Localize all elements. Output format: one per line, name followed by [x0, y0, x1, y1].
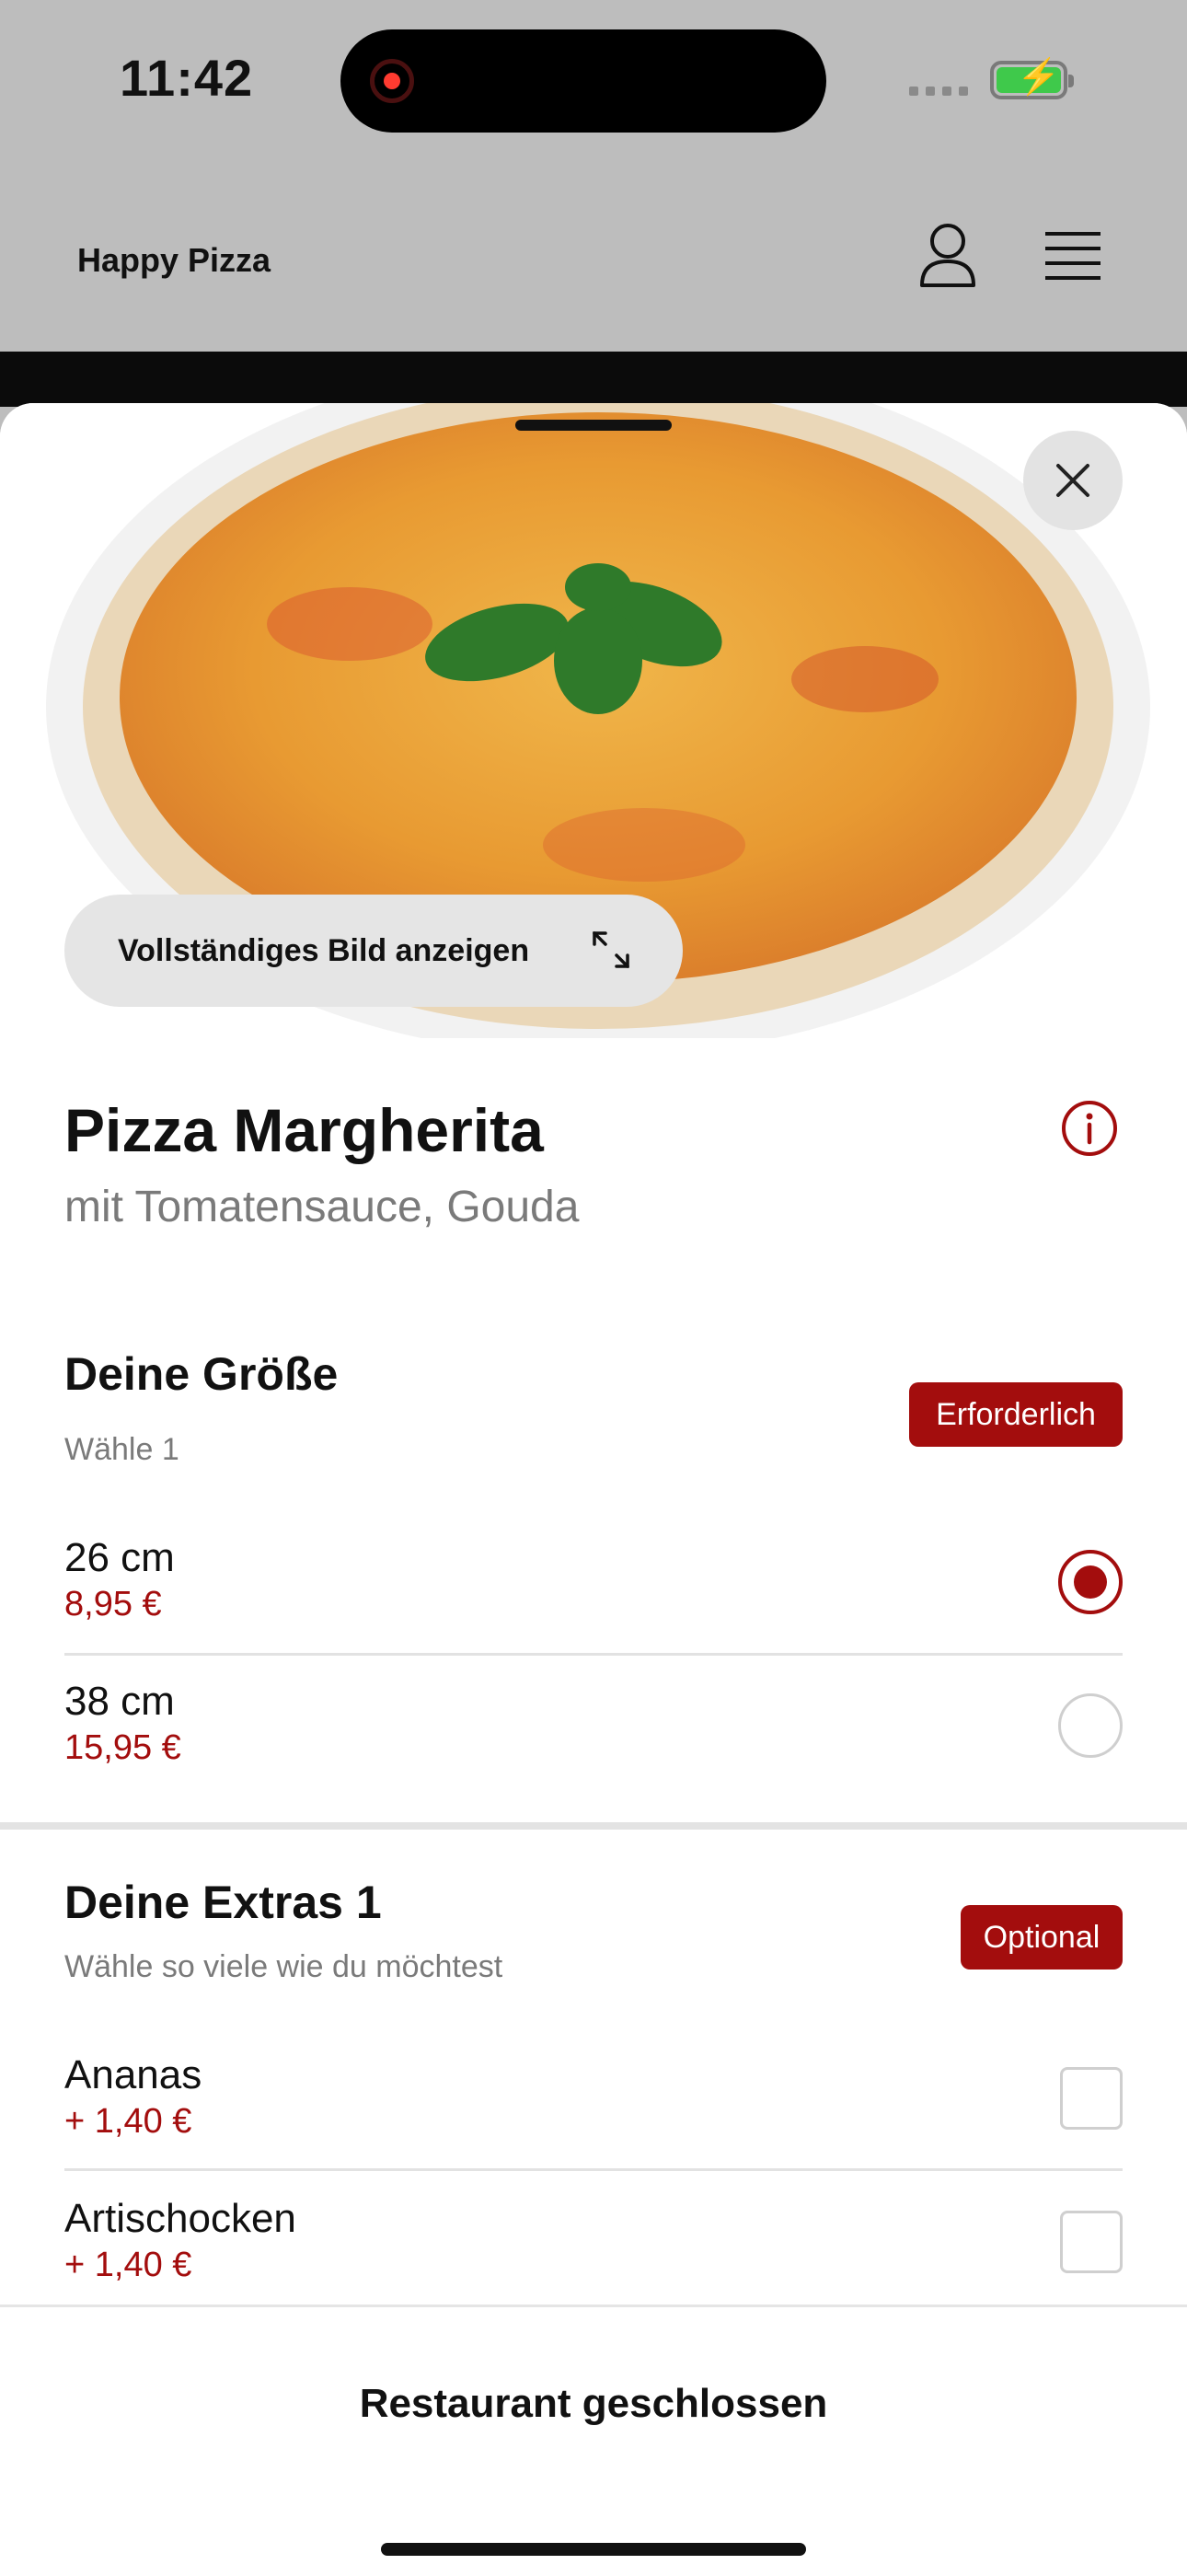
- section-separator: [0, 1822, 1187, 1830]
- size-section-subtitle: Wähle 1: [64, 1432, 179, 1467]
- optional-badge: Optional: [961, 1905, 1123, 1970]
- option-name: 38 cm: [64, 1679, 175, 1724]
- size-section-title: Deine Größe: [64, 1348, 339, 1400]
- close-icon: [1056, 464, 1089, 497]
- required-badge: Erforderlich: [909, 1382, 1123, 1447]
- show-full-image-button[interactable]: Vollständiges Bild anzeigen: [64, 895, 683, 1007]
- option-price: 15,95 €: [64, 1728, 181, 1767]
- brand-name[interactable]: Happy Pizza: [77, 241, 271, 280]
- battery-icon: ⚡: [990, 60, 1074, 99]
- divider: [64, 1653, 1123, 1656]
- sheet-grabber[interactable]: [515, 420, 672, 431]
- product-title: Pizza Margherita: [64, 1096, 544, 1164]
- dynamic-island: [340, 29, 826, 133]
- status-bar: 11:42 ⚡: [0, 0, 1187, 156]
- status-time: 11:42: [120, 49, 254, 107]
- app-header: Happy Pizza: [0, 156, 1187, 352]
- extra-checkbox[interactable]: [1060, 2067, 1123, 2130]
- info-icon[interactable]: [1060, 1099, 1119, 1158]
- record-icon: [370, 59, 414, 103]
- divider: [64, 2168, 1123, 2171]
- size-radio-selected[interactable]: [1058, 1550, 1123, 1614]
- extras-section-title: Deine Extras 1: [64, 1877, 382, 1928]
- option-name: 26 cm: [64, 1535, 175, 1580]
- product-image[interactable]: Vollständiges Bild anzeigen: [0, 403, 1187, 1038]
- option-price: + 1,40 €: [64, 2246, 192, 2284]
- page-background-strip: [0, 352, 1187, 407]
- signal-icon: [909, 87, 968, 96]
- user-icon[interactable]: [916, 221, 979, 289]
- show-full-image-label: Vollständiges Bild anzeigen: [118, 932, 530, 968]
- option-price: + 1,40 €: [64, 2102, 192, 2141]
- option-name: Artischocken: [64, 2196, 296, 2241]
- expand-icon: [593, 931, 629, 968]
- footer-bar: Restaurant geschlossen: [0, 2305, 1187, 2576]
- restaurant-status: Restaurant geschlossen: [359, 2381, 828, 2426]
- option-name: Ananas: [64, 2052, 202, 2097]
- extras-section-subtitle: Wähle so viele wie du möchtest: [64, 1949, 503, 1984]
- product-description: mit Tomatensauce, Gouda: [64, 1183, 580, 1231]
- extra-checkbox[interactable]: [1060, 2211, 1123, 2273]
- menu-icon[interactable]: [1043, 230, 1102, 282]
- size-radio[interactable]: [1058, 1693, 1123, 1758]
- home-indicator[interactable]: [381, 2543, 806, 2556]
- close-button[interactable]: [1023, 431, 1123, 530]
- option-price: 8,95 €: [64, 1585, 162, 1623]
- product-sheet: Vollständiges Bild anzeigen Pizza Marghe…: [0, 403, 1187, 2573]
